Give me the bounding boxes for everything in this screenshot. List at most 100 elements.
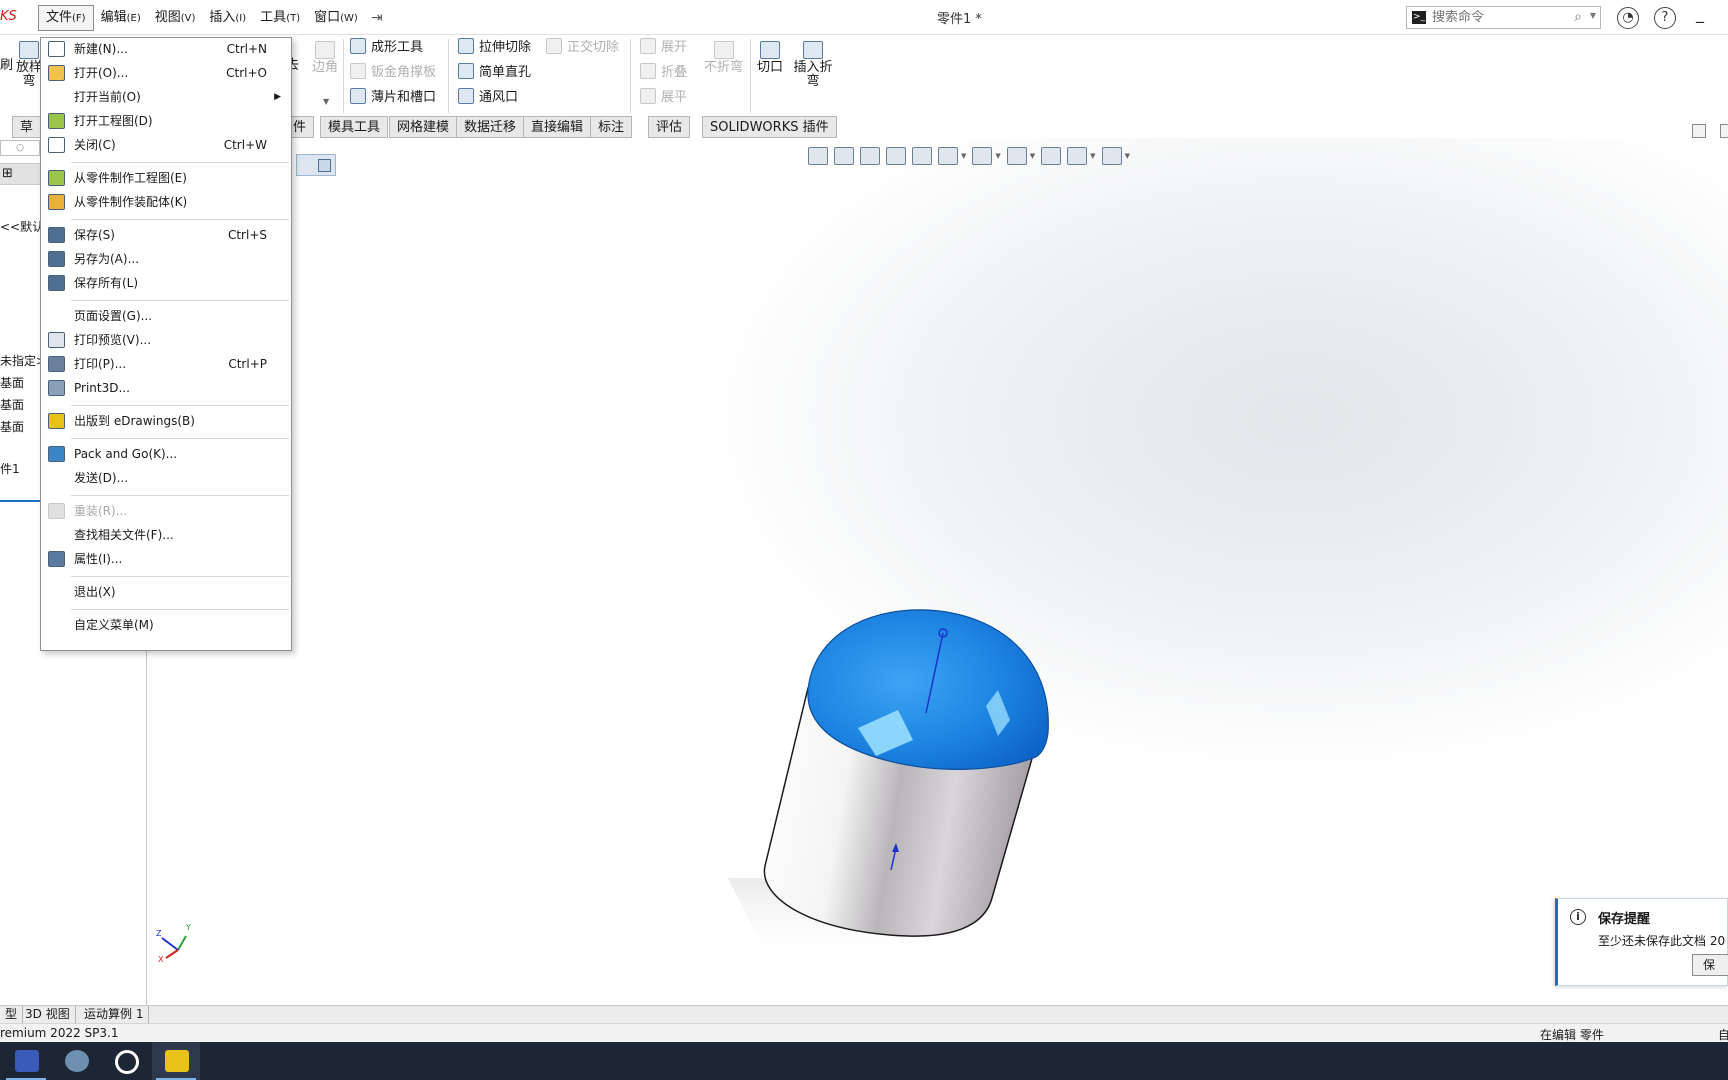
previous-view-icon[interactable] [860, 147, 880, 165]
extruded-cut-button[interactable]: 拉伸切除 [458, 37, 531, 59]
tree-feature[interactable]: 件1 [0, 460, 20, 477]
flatten-button[interactable]: 展平 [640, 87, 687, 109]
loft-fragment-button[interactable]: 放样弯 [16, 41, 42, 89]
no-bends-button[interactable]: 不折弯 [704, 41, 743, 75]
vent-button[interactable]: 通风口 [458, 87, 518, 109]
chevron-down-icon[interactable]: ▼ [323, 97, 329, 106]
ribbon-fragment-1[interactable]: 刷 [0, 55, 13, 77]
file-menu-item-15[interactable]: 打印(P)... Ctrl+P [42, 353, 290, 375]
zoom-to-area-icon[interactable] [834, 147, 854, 165]
edit-appearance-icon[interactable] [1041, 147, 1062, 165]
hide-show-items-icon[interactable] [1006, 147, 1027, 165]
tab-data-migration[interactable]: 数据迁移 [456, 116, 525, 138]
display-style-icon[interactable] [972, 147, 993, 165]
reminder-save-button[interactable]: 保 [1692, 954, 1728, 976]
taskbar-app-3[interactable] [102, 1042, 150, 1080]
chevron-down-icon[interactable]: ▼ [1030, 152, 1035, 160]
tree-right-plane[interactable]: 基面 [0, 418, 24, 435]
file-menu-item-11[interactable]: 保存所有(L) [42, 272, 290, 294]
corner-button[interactable]: 边角 [312, 41, 338, 75]
pin-menu-icon[interactable]: ⇥ [371, 10, 383, 26]
file-menu-item-23[interactable]: 重装(R)... [42, 500, 290, 522]
file-menu-item-27[interactable]: 退出(X) [42, 581, 290, 603]
file-menu-item-25[interactable]: 属性(I)... [42, 548, 290, 570]
menu-item-label: 保存所有(L) [74, 276, 139, 290]
file-menu-item-14[interactable]: 打印预览(V)... [42, 329, 290, 351]
chevron-down-icon[interactable]: ▼ [961, 152, 966, 160]
menu-file[interactable]: 文件(F) [38, 5, 94, 31]
rollback-bar[interactable] [0, 500, 40, 502]
taskbar-app-1[interactable] [2, 1042, 50, 1080]
file-menu-item-4[interactable]: 关闭(C) Ctrl+W [42, 134, 290, 156]
file-menu-item-1[interactable]: 打开(O)... Ctrl+O [42, 62, 290, 84]
part-model[interactable] [608, 458, 1108, 978]
file-menu-item-24[interactable]: 查找相关文件(F)... [42, 524, 290, 546]
simple-hole-button[interactable]: 简单直孔 [458, 62, 531, 84]
tab-solidworks-addins[interactable]: SOLIDWORKS 插件 [702, 116, 837, 138]
taskbar-app-4[interactable] [152, 1042, 200, 1080]
print3d-icon [48, 380, 65, 396]
file-menu-item-9[interactable]: 保存(S) Ctrl+S [42, 224, 290, 246]
menu-tools[interactable]: 工具(T) [253, 5, 307, 31]
search-input[interactable] [1432, 9, 1572, 26]
file-menu-item-2[interactable]: 打开当前(O) ▶ [42, 86, 290, 108]
chevron-down-icon[interactable]: ▼ [995, 152, 1000, 160]
file-menu-item-6[interactable]: 从零件制作工程图(E) [42, 167, 290, 189]
file-menu-item-18[interactable]: 出版到 eDrawings(B) [42, 410, 290, 432]
fold-button[interactable]: 折叠 [640, 62, 687, 84]
file-menu-item-7[interactable]: 从零件制作装配体(K) [42, 191, 290, 213]
tab-direct-editing[interactable]: 直接编辑 [523, 116, 592, 138]
tab-mesh-modeling[interactable]: 网格建模 [389, 116, 458, 138]
menu-window[interactable]: 窗口(W) [307, 5, 365, 31]
search-commands-box[interactable]: >_ ⌕ ▼ [1406, 6, 1601, 29]
zoom-to-fit-icon[interactable] [808, 147, 828, 165]
file-menu-item-21[interactable]: 发送(D)... [42, 467, 290, 489]
sheet-gusset-button[interactable]: 钣金角撑板 [350, 62, 436, 84]
filter-icon[interactable]: ○ [0, 140, 40, 156]
file-menu-item-10[interactable]: 另存为(A)... [42, 248, 290, 270]
menu-view[interactable]: 视图(V) [148, 5, 203, 31]
user-account-icon[interactable]: ◔ [1617, 7, 1639, 29]
tab-3d-views[interactable]: 3D 视图 [20, 1006, 76, 1023]
loft-label: 放样 [16, 60, 43, 75]
minimize-icon[interactable]: _ [1696, 4, 1704, 23]
tab-markup[interactable]: 标注 [590, 116, 633, 138]
help-icon[interactable]: ? [1654, 7, 1676, 29]
unfold-button[interactable]: 展开 [640, 37, 687, 59]
tree-front-plane[interactable]: 基面 [0, 374, 24, 391]
taskbar-app-2[interactable] [52, 1042, 100, 1080]
panel-toggle-icon-2[interactable] [1720, 124, 1728, 138]
normal-cut-button[interactable]: 正交切除 [546, 37, 619, 59]
file-menu-item-13[interactable]: 页面设置(G)... [42, 305, 290, 327]
chevron-down-icon[interactable]: ▼ [1090, 152, 1095, 160]
file-menu-item-29[interactable]: 自定义菜单(M) [42, 614, 290, 636]
tab-and-slot-button[interactable]: 薄片和槽口 [350, 87, 436, 109]
config-manager-icon[interactable]: ⊞ [2, 166, 13, 181]
tab-evaluate[interactable]: 评估 [648, 116, 691, 138]
tree-top-plane[interactable]: 基面 [0, 396, 24, 413]
tab-mold-tools[interactable]: 模具工具 [320, 116, 389, 138]
chevron-down-icon[interactable]: ▼ [1125, 152, 1130, 160]
tree-default-config[interactable]: <<默认 [0, 218, 44, 235]
view-orientation-icon[interactable] [938, 147, 958, 165]
tab-sketch[interactable]: 草 [12, 116, 42, 138]
section-view-icon[interactable] [886, 147, 906, 165]
file-menu-item-20[interactable]: Pack and Go(K)... [42, 443, 290, 465]
graphics-area[interactable]: ▼ ▼ ▼ ▼ ▼ Y Z X [148, 138, 1728, 1006]
forming-tool-button[interactable]: 成形工具 [350, 37, 423, 59]
view-settings-icon[interactable] [1101, 147, 1122, 165]
panel-toggle-icon[interactable] [1692, 124, 1706, 138]
apply-scene-icon[interactable] [1067, 147, 1088, 165]
file-menu-item-0[interactable]: 新建(N)... Ctrl+N [42, 38, 290, 60]
insert-bends-button[interactable]: 插入折弯 [791, 41, 835, 89]
dynamic-annotation-icon[interactable] [912, 147, 932, 165]
menu-edit[interactable]: 编辑(E) [94, 5, 148, 31]
file-menu-item-16[interactable]: Print3D... [42, 377, 290, 399]
search-icon[interactable]: ⌕ [1574, 9, 1582, 25]
file-menu-item-3[interactable]: 打开工程图(D) [42, 110, 290, 132]
menu-insert[interactable]: 插入(I) [202, 5, 253, 31]
tab-motion-study[interactable]: 运动算例 1 [79, 1006, 150, 1023]
chevron-down-icon[interactable]: ▼ [1590, 11, 1596, 20]
breadcrumb[interactable] [296, 154, 336, 176]
rip-button[interactable]: 切口 [757, 41, 783, 75]
